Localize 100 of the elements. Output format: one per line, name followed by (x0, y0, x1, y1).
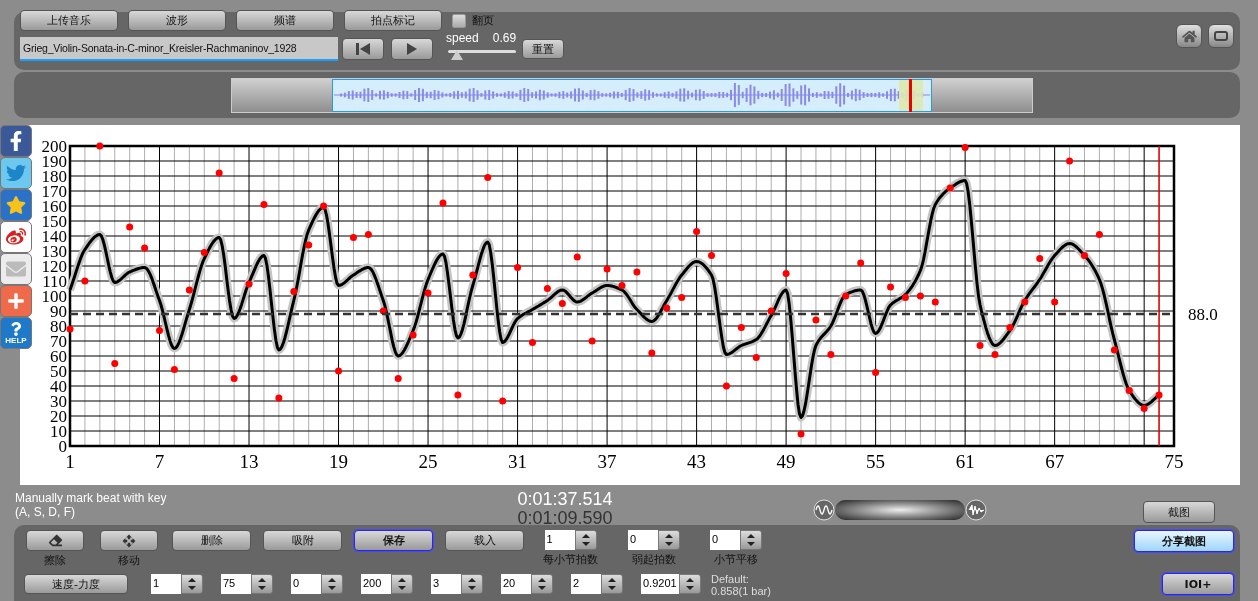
action-button[interactable]: 删除 (172, 530, 251, 551)
x-tick-label: 1 (65, 451, 75, 472)
filename-field[interactable]: Grieg_Violin-Sonata-in-C-minor_Kreisler-Rachmaninov_1928 (20, 37, 338, 61)
beat-point (1155, 391, 1163, 399)
beat-point (290, 288, 298, 295)
x-tick-label: 37 (597, 451, 617, 472)
toolbar-button[interactable]: 上传音乐 (20, 10, 118, 31)
reset-button[interactable]: 重置 (522, 39, 565, 59)
beat-point (1036, 255, 1044, 262)
waveform-icon (965, 499, 987, 521)
up-down-arrows-icon (397, 577, 407, 591)
number-field[interactable]: 1 (544, 530, 575, 550)
toolbar-button[interactable]: 拍点标记 (344, 10, 442, 31)
beat-point (693, 228, 701, 235)
beat-point (1051, 298, 1059, 306)
reference-value: 88.0 (1188, 305, 1218, 324)
beat-point (514, 264, 522, 271)
number-field[interactable]: 200 (361, 574, 391, 594)
stepper-button[interactable] (658, 530, 680, 550)
beat-point (931, 298, 939, 306)
stepper-button[interactable] (531, 574, 553, 594)
number-field[interactable]: 75 (221, 574, 251, 594)
beat-point (424, 289, 432, 297)
number-field[interactable]: 0 (710, 530, 740, 550)
ioi-button[interactable]: IOI+ (1162, 573, 1234, 595)
beat-point (842, 292, 850, 300)
overview-track[interactable] (231, 77, 1033, 113)
up-down-arrows-icon (257, 577, 267, 591)
weibo-icon[interactable] (0, 221, 32, 253)
beat-point (782, 270, 790, 277)
number-field[interactable]: 0.9201 (641, 574, 679, 594)
beat-point (887, 283, 895, 291)
previous-button[interactable] (342, 38, 384, 60)
help-icon (9, 321, 23, 336)
stepper-button[interactable] (251, 574, 273, 594)
page-turn-label: 翻页 (472, 13, 494, 28)
beat-point (81, 277, 89, 285)
beat-point (484, 174, 492, 181)
beat-point (200, 249, 208, 256)
number-field[interactable]: 2 (571, 574, 601, 594)
x-tick-label: 55 (866, 451, 886, 472)
x-tick-label: 19 (329, 451, 349, 472)
beat-point (901, 294, 909, 301)
toolbar-button[interactable]: 波形 (128, 10, 226, 31)
screenshot-button[interactable]: 截图 (1143, 501, 1215, 523)
action-button[interactable]: 载入 (445, 530, 524, 551)
number-field[interactable]: 20 (501, 574, 531, 594)
beat-point (394, 375, 402, 382)
number-field[interactable]: 1 (151, 574, 181, 594)
stepper-button[interactable] (679, 574, 701, 594)
help-button[interactable]: HELP (0, 317, 32, 349)
stepper-button[interactable] (461, 574, 483, 594)
share-screenshot-button[interactable]: 分享截图 (1134, 530, 1234, 552)
x-tick-label: 67 (1045, 451, 1065, 472)
x-tick-label: 25 (418, 451, 438, 472)
beat-point (379, 307, 387, 315)
action-button[interactable]: 吸附 (263, 530, 342, 551)
beat-point (364, 231, 372, 238)
action-button[interactable]: 保存 (354, 530, 433, 551)
stepper-button[interactable] (574, 530, 597, 550)
stepper-button[interactable] (740, 530, 762, 550)
x-tick-label: 49 (776, 451, 796, 472)
plus-icon[interactable] (0, 285, 32, 317)
beat-point (872, 369, 880, 376)
beat-point (320, 202, 328, 210)
up-down-arrows-icon (664, 533, 674, 547)
play-button[interactable] (391, 38, 433, 60)
playhead-marker[interactable] (909, 78, 912, 112)
toolbar-button[interactable]: 频谱 (236, 10, 334, 31)
beat-point (409, 331, 417, 339)
x-tick-label: 7 (154, 451, 165, 472)
default-value: 0.858(1 bar) (711, 585, 771, 597)
number-field[interactable]: 0 (628, 530, 658, 550)
stepper-button[interactable] (181, 574, 203, 594)
stepper-button[interactable] (321, 574, 343, 594)
beat-point (633, 268, 641, 276)
fullscreen-button[interactable] (1208, 24, 1234, 48)
beat-point (1140, 405, 1148, 412)
stepper-button[interactable] (391, 574, 413, 594)
move-tool-button[interactable] (100, 530, 158, 551)
beat-point (708, 252, 715, 259)
fullscreen-icon (1213, 30, 1229, 42)
page-turn-checkbox[interactable] (452, 13, 466, 28)
number-field[interactable]: 0 (291, 574, 321, 594)
beat-point (663, 304, 671, 312)
mail-icon[interactable] (0, 253, 32, 285)
slider-thumb[interactable] (450, 50, 463, 60)
number-field[interactable]: 3 (431, 574, 461, 594)
beat-point (752, 354, 760, 361)
beat-point (603, 265, 611, 273)
facebook-icon[interactable] (0, 125, 32, 157)
stepper-button[interactable] (601, 574, 623, 594)
x-tick-label: 61 (955, 451, 975, 472)
beat-point (439, 199, 447, 207)
beat-point (618, 282, 626, 289)
beat-point (469, 271, 477, 279)
home-button[interactable] (1176, 24, 1202, 48)
eraser-tool-button[interactable] (26, 530, 84, 551)
beat-point (66, 325, 74, 333)
tempo-dynamics-button[interactable]: 速度-力度 (24, 574, 128, 594)
